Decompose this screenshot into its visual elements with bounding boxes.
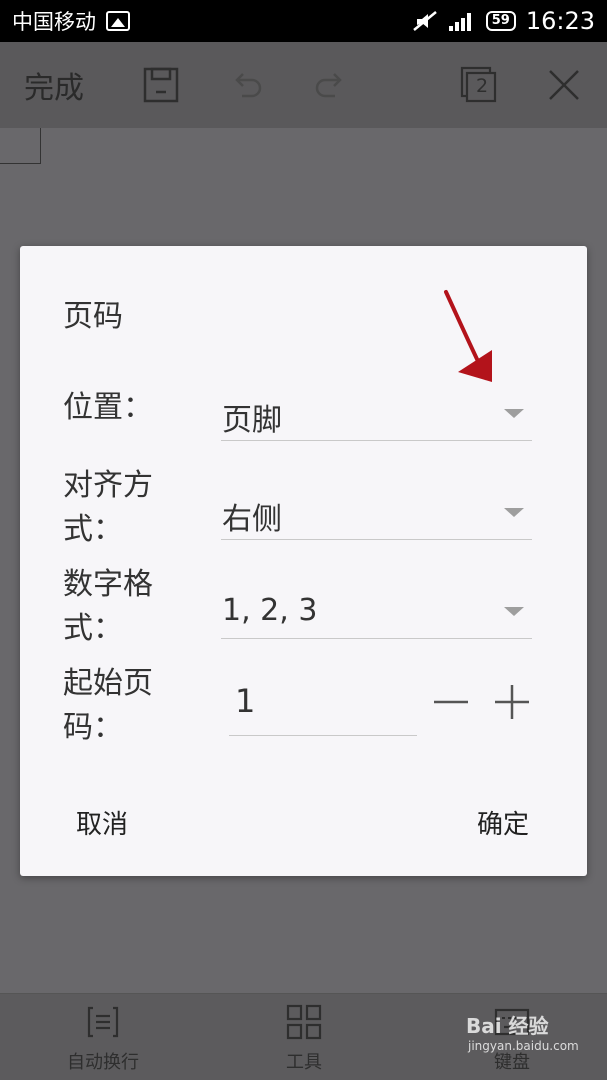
dialog-title: 页码 (63, 299, 123, 334)
page-switch-icon[interactable]: 2 (460, 66, 498, 104)
watermark-url: jingyan.baidu.com (468, 1039, 579, 1053)
cancel-button[interactable]: 取消 (76, 804, 128, 841)
number-format-select[interactable]: 1, 2, 3 (221, 585, 532, 639)
watermark-text: Bai 经验 (466, 1014, 549, 1038)
done-button[interactable]: 完成 (24, 63, 84, 107)
start-page-input[interactable]: 1 (229, 674, 417, 736)
position-label: 位置： (63, 390, 153, 425)
page-count: 2 (476, 75, 489, 97)
tools-button[interactable]: 工具 (272, 1004, 336, 1074)
dropdown-caret-icon (504, 508, 524, 517)
alignment-select[interactable]: 右侧 (221, 486, 532, 540)
alignment-value: 右侧 (222, 502, 282, 537)
position-value: 页脚 (222, 403, 282, 438)
baidu-jingyan-watermark: Bai 经验 jingyan.baidu.com (466, 1010, 579, 1053)
save-icon[interactable] (142, 66, 180, 104)
editor-toolbar: 完成 (0, 42, 607, 128)
tools-label: 工具 (286, 1052, 322, 1073)
start-page-label: 起始页码： (63, 666, 153, 745)
mute-icon (412, 11, 437, 31)
number-format-value: 1, 2, 3 (222, 593, 318, 628)
carrier-name: 中国移动 (12, 10, 96, 34)
start-page-value: 1 (235, 682, 256, 720)
close-icon[interactable] (545, 66, 583, 104)
battery-indicator: 59 (485, 11, 516, 31)
increment-button[interactable] (492, 682, 532, 722)
redo-icon[interactable] (311, 66, 349, 104)
alignment-label: 对齐方式： (63, 468, 153, 547)
ok-button[interactable]: 确定 (477, 804, 529, 841)
auto-wrap-label: 自动换行 (67, 1052, 139, 1073)
clock: 16:23 (525, 7, 595, 35)
dropdown-caret-icon (504, 409, 524, 418)
auto-wrap-button[interactable]: 自动换行 (60, 1004, 146, 1074)
page-number-dialog: 页码 位置： 页脚 对齐方式： 右侧 数字格式： 1, 2, 3 起始页码： 1… (20, 246, 587, 876)
status-bar: 中国移动 59 16:23 (0, 0, 607, 42)
undo-icon[interactable] (228, 66, 266, 104)
wrap-text-icon (87, 1006, 119, 1038)
decrement-button[interactable] (431, 682, 471, 722)
text-cursor-corner (0, 128, 41, 164)
position-select[interactable]: 页脚 (221, 387, 532, 441)
grid-tools-icon (286, 1004, 322, 1040)
image-notification-icon (106, 11, 130, 31)
dropdown-caret-icon (504, 607, 524, 616)
signal-icon (448, 13, 471, 31)
status-right: 59 16:23 (412, 7, 595, 35)
number-format-label: 数字格式： (63, 567, 153, 646)
